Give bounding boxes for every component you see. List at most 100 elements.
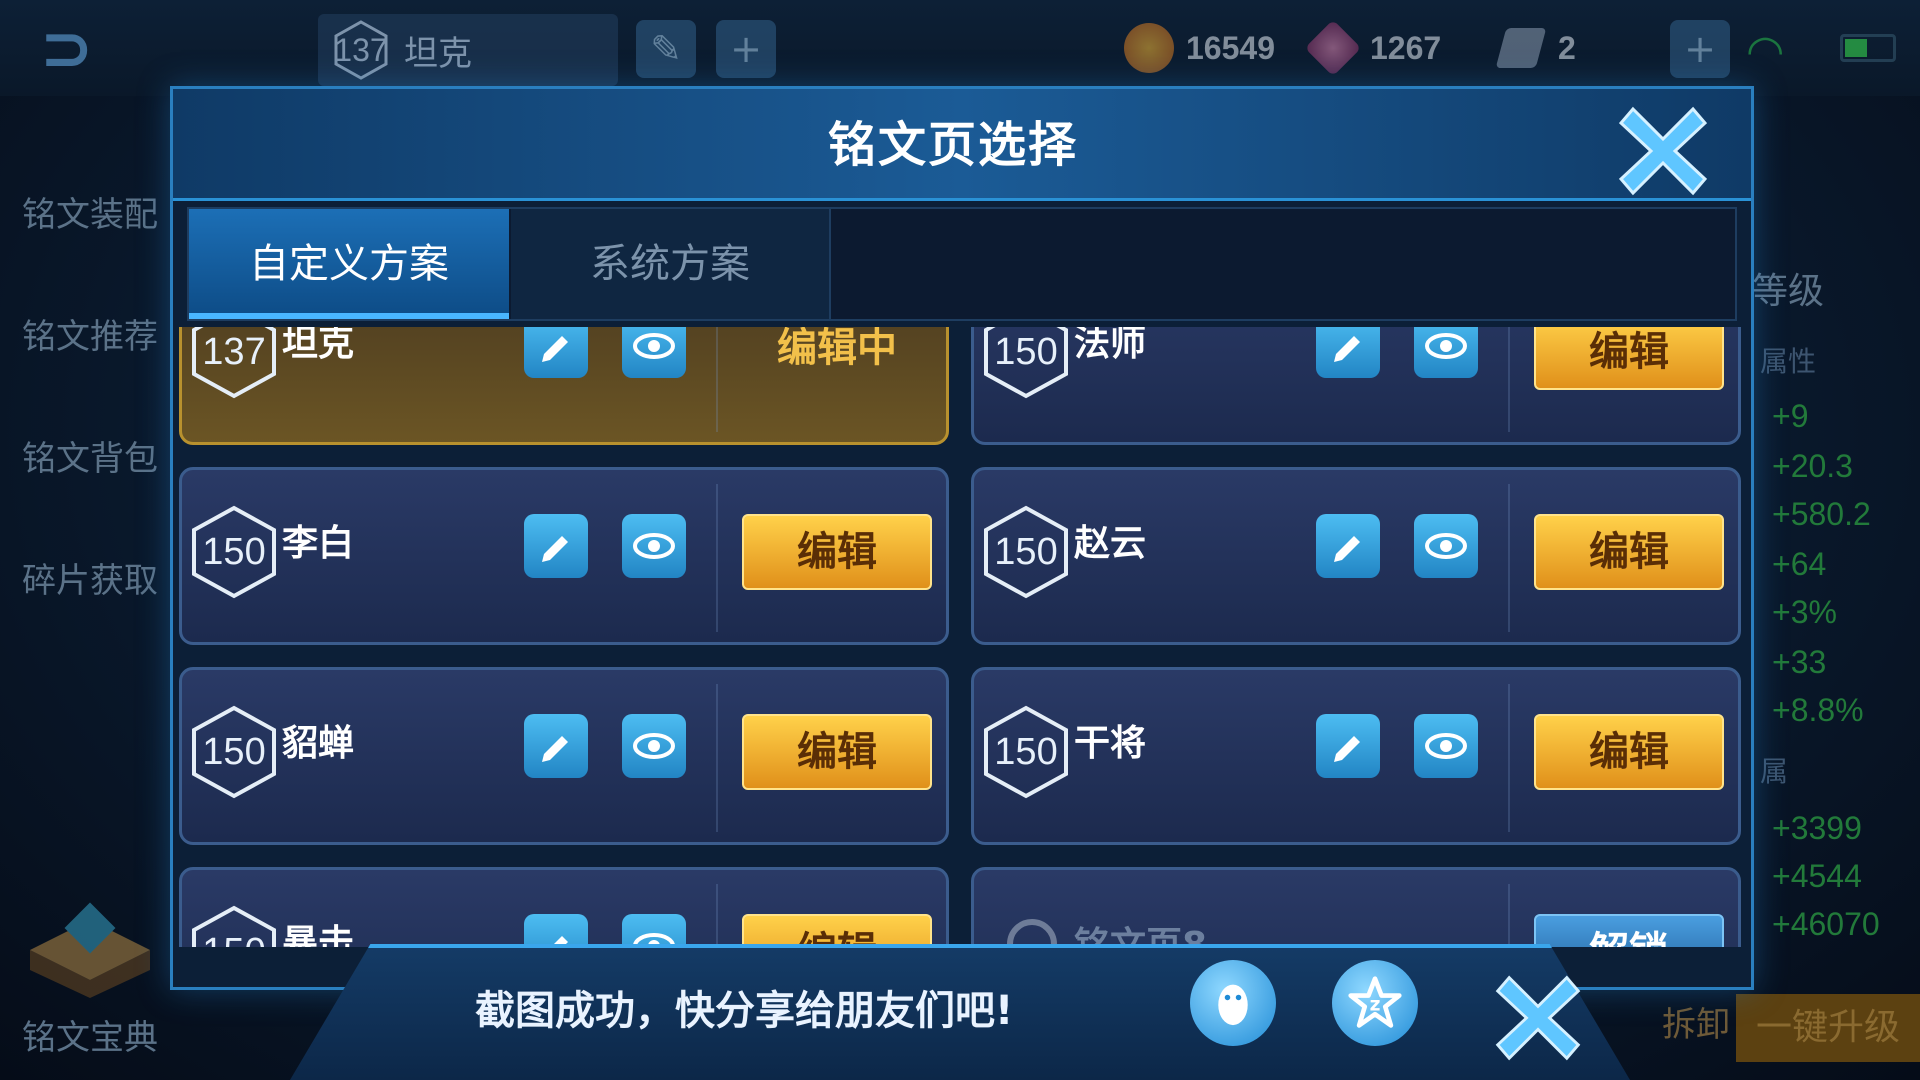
rune-page-card-locked[interactable]: 铭文页8 解锁 — [971, 867, 1741, 947]
page-name: 坦克 — [282, 327, 355, 364]
level-hex-icon: 150 — [190, 704, 278, 800]
level-hex-icon: 150 — [190, 904, 278, 947]
pencil-icon[interactable] — [1316, 514, 1380, 578]
page-name: 李白 — [282, 523, 355, 564]
pencil-icon[interactable] — [524, 914, 588, 947]
rune-page-select-dialog: 铭文页选择 自定义方案 系统方案 137 坦克 编辑中 150 法师 编辑 15… — [170, 86, 1754, 990]
left-nav: 铭文装配 铭文推荐 铭文背包 碎片获取 — [0, 150, 170, 638]
card-divider — [1508, 884, 1510, 947]
eye-icon[interactable] — [1414, 514, 1478, 578]
card-divider — [716, 327, 718, 432]
battery-icon — [1840, 34, 1896, 62]
edit-button[interactable]: 编辑 — [742, 914, 932, 947]
edit-button[interactable]: 编辑 — [1534, 514, 1724, 590]
page-level: 150 — [994, 730, 1058, 773]
eye-icon[interactable] — [622, 914, 686, 947]
pencil-icon[interactable] — [524, 714, 588, 778]
pencil-icon[interactable] — [524, 327, 588, 378]
edit-button[interactable]: 编辑 — [1534, 327, 1724, 390]
add-page-icon[interactable]: + — [716, 20, 776, 78]
wifi-icon: ◠ — [1746, 26, 1785, 77]
edit-button[interactable]: 编辑 — [1534, 714, 1724, 790]
stats-title: 等级 — [1752, 271, 1825, 312]
page-name: 法师 — [1074, 327, 1147, 364]
svg-text:z: z — [1370, 994, 1381, 1015]
eye-icon[interactable] — [622, 714, 686, 778]
ticket-counter: 2 — [1495, 20, 1576, 76]
stat-value: +3399 — [1772, 810, 1862, 846]
upgrade-all-button[interactable]: 一键升级 — [1736, 994, 1920, 1062]
lock-icon — [1004, 916, 1060, 947]
stat-value: +3% — [1772, 594, 1837, 630]
stat-value: +64 — [1772, 546, 1827, 582]
qzone-star-icon[interactable]: z — [1332, 960, 1418, 1046]
add-currency-icon[interactable]: + — [1670, 20, 1730, 78]
rune-page-card[interactable]: 150 法师 编辑 — [971, 327, 1741, 445]
level-hex-icon: 150 — [982, 704, 1070, 800]
tab-custom[interactable]: 自定义方案 — [189, 209, 509, 319]
edit-button[interactable]: 编辑 — [742, 714, 932, 790]
gold-counter: 16549 — [1124, 20, 1275, 76]
page-level: 150 — [202, 931, 265, 948]
book-icon[interactable] — [20, 890, 160, 1000]
current-hero-pill[interactable]: 137 坦克 — [318, 14, 618, 86]
eye-icon[interactable] — [1414, 714, 1478, 778]
close-icon[interactable] — [1613, 99, 1713, 199]
page-level: 150 — [202, 730, 266, 773]
card-divider — [716, 884, 718, 947]
tab-system[interactable]: 系统方案 — [511, 209, 831, 319]
diamond-counter: 1267 — [1304, 19, 1442, 77]
rune-page-card[interactable]: 150 暴击 编辑 — [179, 867, 949, 947]
rune-page-card[interactable]: 150 赵云 编辑 — [971, 467, 1741, 645]
page-name: 铭文页8 — [1074, 925, 1208, 947]
card-divider — [716, 684, 718, 832]
stat-value: +46070 — [1772, 906, 1880, 942]
dialog-header: 铭文页选择 — [173, 89, 1751, 201]
gold-value: 16549 — [1186, 29, 1275, 66]
rune-page-card[interactable]: 150 李白 编辑 — [179, 467, 949, 645]
page-name: 赵云 — [1074, 523, 1147, 564]
rune-page-card[interactable]: 150 干将 编辑 — [971, 667, 1741, 845]
nav-item-equip[interactable]: 铭文装配 — [0, 150, 170, 272]
rune-page-list: 137 坦克 编辑中 150 法师 编辑 150 李白 编辑 150 赵云 编辑… — [179, 327, 1751, 947]
diamond-value: 1267 — [1370, 29, 1442, 66]
qq-penguin-icon[interactable] — [1190, 960, 1276, 1046]
unlock-button[interactable]: 解锁 — [1534, 914, 1724, 947]
gold-coin-icon — [1124, 23, 1174, 73]
ticket-icon — [1495, 28, 1547, 68]
right-stats-panel: 等级 属性 +9 +20.3 +580.2 +64 +3% +33 +8.8% … — [1750, 130, 1920, 1030]
pencil-icon[interactable] — [1316, 714, 1380, 778]
page-level: 150 — [994, 330, 1058, 373]
diamond-icon — [1304, 19, 1362, 77]
top-bar: ⊃ 137 坦克 ✎ + 16549 1267 2 + ◠ — [0, 0, 1920, 96]
eye-icon[interactable] — [1414, 327, 1478, 378]
stat-value: +9 — [1772, 398, 1809, 434]
page-level: 150 — [202, 530, 266, 573]
nav-item-fragments[interactable]: 碎片获取 — [0, 516, 170, 638]
rename-pencil-icon[interactable]: ✎ — [636, 20, 696, 78]
stats-subtitle: 属性 — [1760, 345, 1817, 378]
tab-bar: 自定义方案 系统方案 — [187, 207, 1737, 321]
back-button[interactable]: ⊃ — [40, 14, 160, 84]
edit-button[interactable]: 编辑 — [742, 514, 932, 590]
eye-icon[interactable] — [622, 327, 686, 378]
dialog-title: 铭文页选择 — [827, 117, 1078, 173]
page-level: 137 — [202, 330, 266, 373]
nav-item-recommend[interactable]: 铭文推荐 — [0, 272, 170, 394]
rune-page-card[interactable]: 137 坦克 编辑中 — [179, 327, 949, 445]
page-name: 貂蝉 — [282, 723, 355, 764]
stat-value: +4544 — [1772, 858, 1862, 894]
pencil-icon[interactable] — [524, 514, 588, 578]
nav-item-backpack[interactable]: 铭文背包 — [0, 394, 170, 516]
pencil-icon[interactable] — [1316, 327, 1380, 378]
editing-status: 编辑中 — [777, 327, 897, 371]
eye-icon[interactable] — [622, 514, 686, 578]
stats-subtitle-2: 属 — [1760, 755, 1789, 788]
page-name: 暴击 — [282, 923, 355, 947]
close-icon[interactable] — [1490, 968, 1586, 1064]
page-level: 150 — [994, 530, 1058, 573]
stat-value: +580.2 — [1772, 496, 1871, 532]
page-name: 干将 — [1074, 723, 1147, 764]
book-label[interactable]: 铭文宝典 — [22, 1010, 158, 1059]
rune-page-card[interactable]: 150 貂蝉 编辑 — [179, 667, 949, 845]
